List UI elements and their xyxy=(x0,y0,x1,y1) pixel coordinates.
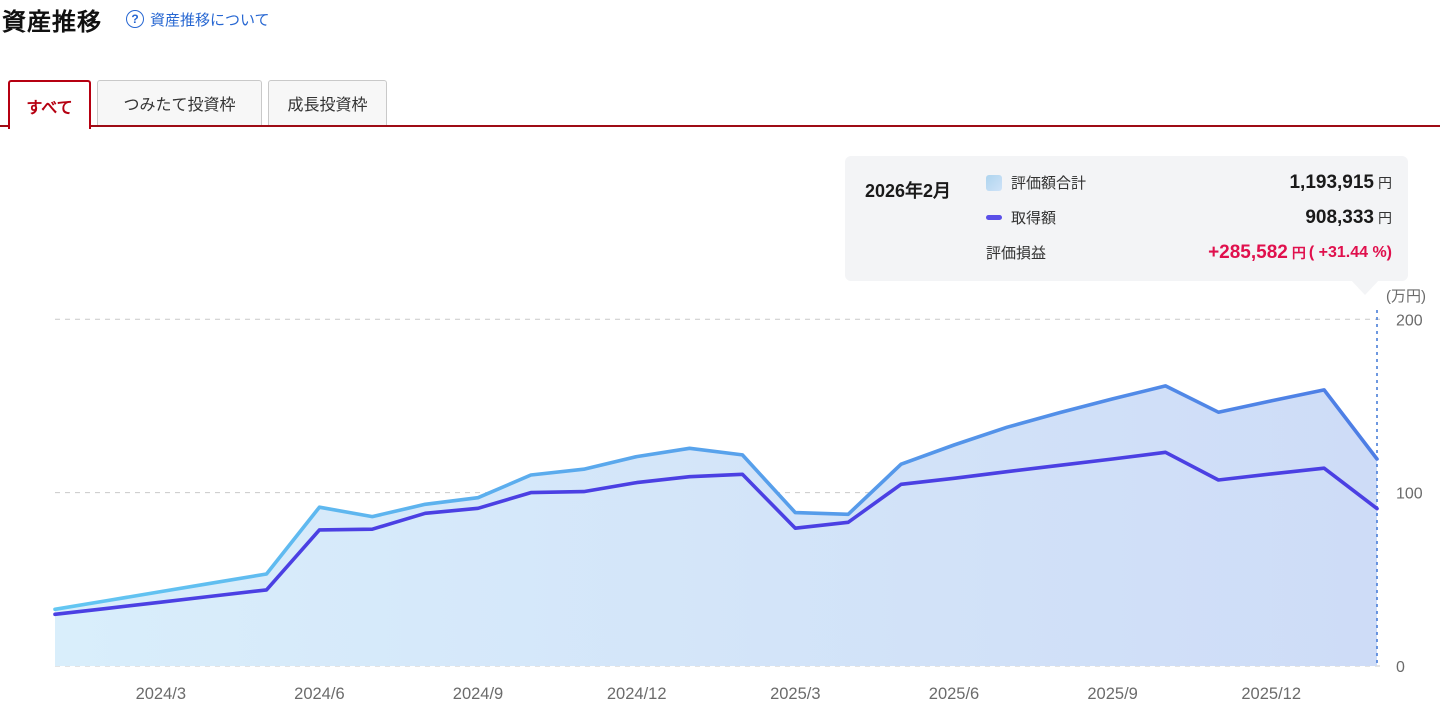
question-circle-icon: ? xyxy=(126,10,144,28)
y-tick-100: 100 xyxy=(1396,486,1423,503)
tab-all[interactable]: すべて xyxy=(8,80,91,129)
tooltip-date: 2026年2月 xyxy=(865,181,952,201)
valuation-value: 1,193,915 xyxy=(1289,171,1374,193)
y-tick-0: 0 xyxy=(1396,659,1405,676)
x-tick-2024/6: 2024/6 xyxy=(294,685,344,703)
chart-tooltip: 2026年2月 評価額合計 1,193,915 円 取得額 908,333 円 … xyxy=(845,156,1408,281)
tab-bar: すべて つみたて投資枠 成長投資枠 xyxy=(0,80,1440,129)
x-tick-2025/12: 2025/12 xyxy=(1241,685,1301,703)
x-tick-2025/6: 2025/6 xyxy=(929,685,979,703)
profit-percentage: ( +31.44 %) xyxy=(1308,243,1392,261)
tab-underline xyxy=(0,125,1440,127)
profit-value: +285,582 xyxy=(1208,241,1288,263)
x-tick-2025/9: 2025/9 xyxy=(1087,685,1137,703)
tooltip-rows: 評価額合計 1,193,915 円 取得額 908,333 円 評価損益 +28… xyxy=(986,165,1392,270)
valuation-unit: 円 xyxy=(1378,174,1392,191)
page-title: 資産推移 xyxy=(2,8,102,36)
tooltip-row-profit: 評価損益 +285,582 円 ( +31.44 %) xyxy=(986,235,1392,270)
acquisition-line-swatch xyxy=(986,215,1002,220)
tooltip-pointer-icon xyxy=(1350,279,1380,295)
profit-unit: 円 xyxy=(1291,244,1306,261)
tab-tsumitate[interactable]: つみたて投資枠 xyxy=(97,80,262,125)
tab-growth[interactable]: 成長投資枠 xyxy=(268,80,387,125)
help-link[interactable]: ? 資産推移について xyxy=(126,9,270,30)
profit-label: 評価損益 xyxy=(986,245,1047,262)
asset-transition-page: 0 100 200 (万円) 2024/3 2024/6 2024/9 2024/12 2025… xyxy=(0,0,1440,722)
x-tick-2024/9: 2024/9 xyxy=(453,685,503,703)
help-link-label: 資産推移について xyxy=(150,11,270,29)
y-axis-unit: (万円) xyxy=(1386,288,1426,305)
tooltip-row-valuation: 評価額合計 1,193,915 円 xyxy=(986,165,1392,200)
acquisition-value: 908,333 xyxy=(1305,206,1374,228)
x-tick-2024/12: 2024/12 xyxy=(607,685,667,703)
page-header: 資産推移 ? 資産推移について xyxy=(2,2,270,36)
valuation-label: 評価額合計 xyxy=(1011,175,1087,192)
valuation-area xyxy=(55,385,1377,666)
acquisition-label: 取得額 xyxy=(1011,210,1057,227)
y-tick-200: 200 xyxy=(1396,312,1423,329)
valuation-area-swatch xyxy=(986,174,1002,191)
tooltip-row-acquisition: 取得額 908,333 円 xyxy=(986,200,1392,235)
x-tick-2025/3: 2025/3 xyxy=(770,685,820,703)
x-tick-2024/3: 2024/3 xyxy=(136,685,186,703)
acquisition-unit: 円 xyxy=(1378,209,1392,226)
